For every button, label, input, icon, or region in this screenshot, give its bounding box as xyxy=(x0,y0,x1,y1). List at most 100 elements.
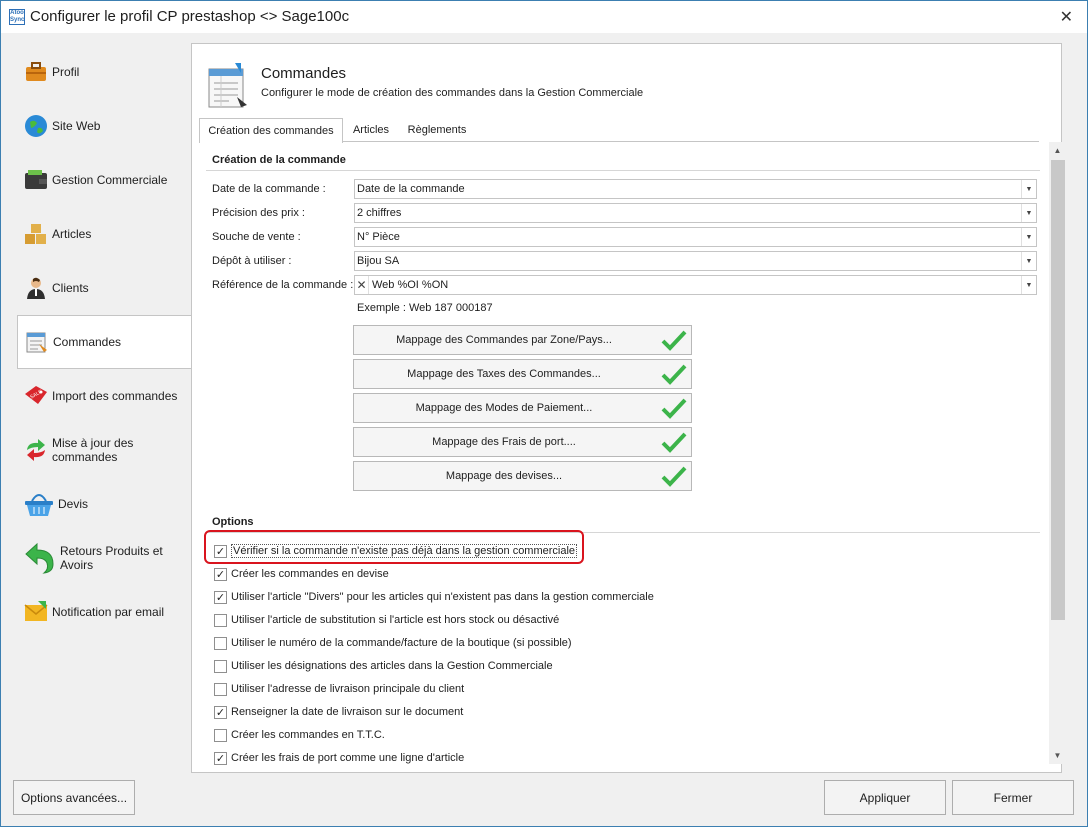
mappage-devises-button[interactable]: Mappage des devises... xyxy=(353,461,692,491)
checkbox[interactable]: ✓ xyxy=(214,567,227,581)
depot-value: Bijou SA xyxy=(357,255,400,267)
option-adresse-livraison[interactable]: Utiliser l'adresse de livraison principa… xyxy=(214,680,464,698)
advanced-options-button[interactable]: Options avancées... xyxy=(13,780,135,815)
check-icon xyxy=(661,329,687,354)
sidebar-item-label: Import des commandes xyxy=(52,389,178,403)
option-article-divers[interactable]: ✓ Utiliser l'article "Divers" pour les a… xyxy=(214,588,654,606)
scroll-up-icon[interactable]: ▲ xyxy=(1049,142,1066,159)
sidebar-item-profil[interactable]: Profil xyxy=(17,45,191,99)
clear-icon[interactable]: ✕ xyxy=(355,276,369,294)
sidebar-item-label: Commandes xyxy=(53,335,122,349)
reference-commande-select[interactable]: ✕ Web %OI %ON ▼ xyxy=(354,275,1037,295)
option-label: Utiliser l'article de substitution si l'… xyxy=(231,614,560,626)
option-verifier-existence[interactable]: ✓ Vérifier si la commande n'existe pas d… xyxy=(214,542,578,560)
sale-tag-icon: SALE xyxy=(24,384,48,408)
sidebar-item-label: Notification par email xyxy=(52,605,165,619)
option-label: Utiliser le numéro de la commande/factur… xyxy=(231,637,572,649)
option-label: Utiliser l'article "Divers" pour les art… xyxy=(231,591,654,603)
souche-vente-select[interactable]: N° Pièce ▼ xyxy=(354,227,1037,247)
sidebar-item-import-commandes[interactable]: SALE Import des commandes xyxy=(17,369,191,423)
option-label: Utiliser les désignations des articles d… xyxy=(231,660,553,672)
tab-creation-commandes[interactable]: Création des commandes xyxy=(199,118,343,143)
button-label: Mappage des Frais de port.... xyxy=(432,436,576,448)
checkbox[interactable]: ✓ xyxy=(214,590,227,604)
checkbox[interactable]: ✓ xyxy=(214,705,227,719)
depot-select[interactable]: Bijou SA ▼ xyxy=(354,251,1037,271)
check-icon xyxy=(661,397,687,422)
option-date-livraison[interactable]: ✓ Renseigner la date de livraison sur le… xyxy=(214,703,463,721)
sidebar-item-label: Clients xyxy=(52,281,89,295)
sidebar-item-clients[interactable]: Clients xyxy=(17,261,191,315)
date-commande-label: Date de la commande : xyxy=(212,183,326,195)
sidebar-item-site-web[interactable]: Site Web xyxy=(17,99,191,153)
check-icon xyxy=(661,465,687,490)
option-commandes-ttc[interactable]: Créer les commandes en T.T.C. xyxy=(214,726,385,744)
chevron-down-icon[interactable]: ▼ xyxy=(1021,204,1036,222)
option-designations[interactable]: Utiliser les désignations des articles d… xyxy=(214,657,553,675)
sidebar-item-commandes[interactable]: Commandes xyxy=(17,315,193,369)
precision-prix-value: 2 chiffres xyxy=(357,207,402,219)
vertical-scrollbar[interactable]: ▲ ▼ xyxy=(1049,142,1066,764)
button-label: Mappage des Commandes par Zone/Pays... xyxy=(396,334,612,346)
refresh-arrows-icon xyxy=(24,438,48,462)
content-panel: Commandes Configurer le mode de création… xyxy=(191,43,1066,773)
close-button[interactable]: Fermer xyxy=(952,780,1074,815)
check-icon xyxy=(661,431,687,456)
window-title: Configurer le profil CP prestashop <> Sa… xyxy=(30,8,350,25)
page-subtitle: Configurer le mode de création des comma… xyxy=(261,87,644,99)
tab-articles[interactable]: Articles xyxy=(345,118,397,142)
sidebar-item-articles[interactable]: Articles xyxy=(17,207,191,261)
checkbox[interactable] xyxy=(214,636,227,650)
option-label: Créer les frais de port comme une ligne … xyxy=(231,752,465,764)
option-label: Utiliser l'adresse de livraison principa… xyxy=(231,683,465,695)
scroll-thumb[interactable] xyxy=(1051,160,1065,620)
mappage-frais-port-button[interactable]: Mappage des Frais de port.... xyxy=(353,427,692,457)
option-label: Renseigner la date de livraison sur le d… xyxy=(231,706,464,718)
briefcase-icon xyxy=(24,60,48,84)
chevron-down-icon[interactable]: ▼ xyxy=(1021,276,1036,294)
checkbox[interactable]: ✓ xyxy=(214,751,227,765)
person-icon xyxy=(24,276,48,300)
globe-icon xyxy=(24,114,48,138)
wallet-icon xyxy=(24,168,48,192)
sidebar-item-label: Site Web xyxy=(52,119,101,133)
option-article-substitution[interactable]: Utiliser l'article de substitution si l'… xyxy=(214,611,559,629)
chevron-down-icon[interactable]: ▼ xyxy=(1021,180,1036,198)
section-title-options: Options xyxy=(212,516,254,528)
sidebar-item-gestion-commerciale[interactable]: Gestion Commerciale xyxy=(17,153,191,207)
section-title-creation: Création de la commande xyxy=(212,154,346,166)
order-sheet-header-icon xyxy=(207,61,249,109)
precision-prix-select[interactable]: 2 chiffres ▼ xyxy=(354,203,1037,223)
chevron-down-icon[interactable]: ▼ xyxy=(1021,252,1036,270)
scroll-down-icon[interactable]: ▼ xyxy=(1049,747,1066,764)
close-icon[interactable]: ✕ xyxy=(1060,7,1073,27)
option-label: Créer les commandes en devise xyxy=(231,568,389,580)
mappage-taxes-button[interactable]: Mappage des Taxes des Commandes... xyxy=(353,359,692,389)
sidebar-item-notification[interactable]: Notification par email xyxy=(17,585,191,639)
sidebar-item-mise-a-jour[interactable]: Mise à jour des commandes xyxy=(17,423,191,477)
checkbox[interactable]: ✓ xyxy=(214,544,227,558)
checkbox[interactable] xyxy=(214,682,227,696)
option-numero-commande[interactable]: Utiliser le numéro de la commande/factur… xyxy=(214,634,572,652)
checkbox[interactable] xyxy=(214,728,227,742)
chevron-down-icon[interactable]: ▼ xyxy=(1021,228,1036,246)
option-frais-port-ligne[interactable]: ✓ Créer les frais de port comme une lign… xyxy=(214,749,464,767)
option-label: Vérifier si la commande n'existe pas déj… xyxy=(231,544,578,558)
option-commandes-devise[interactable]: ✓ Créer les commandes en devise xyxy=(214,565,389,583)
mappage-modes-paiement-button[interactable]: Mappage des Modes de Paiement... xyxy=(353,393,692,423)
sidebar-item-label: Gestion Commerciale xyxy=(52,173,168,187)
date-commande-select[interactable]: Date de la commande ▼ xyxy=(354,179,1037,199)
tab-reglements[interactable]: Règlements xyxy=(401,118,473,142)
mappage-zone-pays-button[interactable]: Mappage des Commandes par Zone/Pays... xyxy=(353,325,692,355)
sidebar-item-retours[interactable]: Retours Produits et Avoirs xyxy=(17,531,191,585)
envelope-icon xyxy=(24,600,48,624)
checkbox[interactable] xyxy=(214,613,227,627)
sidebar-item-label: Retours Produits et Avoirs xyxy=(60,544,163,572)
button-label: Mappage des Modes de Paiement... xyxy=(415,402,593,414)
checkbox[interactable] xyxy=(214,659,227,673)
apply-button[interactable]: Appliquer xyxy=(824,780,946,815)
app-logo-icon: Atoo Sync xyxy=(9,9,25,25)
sidebar-item-devis[interactable]: Devis xyxy=(17,477,191,531)
title-bar: Atoo Sync Configurer le profil CP prestas… xyxy=(1,1,1087,33)
souche-vente-value: N° Pièce xyxy=(357,231,400,243)
